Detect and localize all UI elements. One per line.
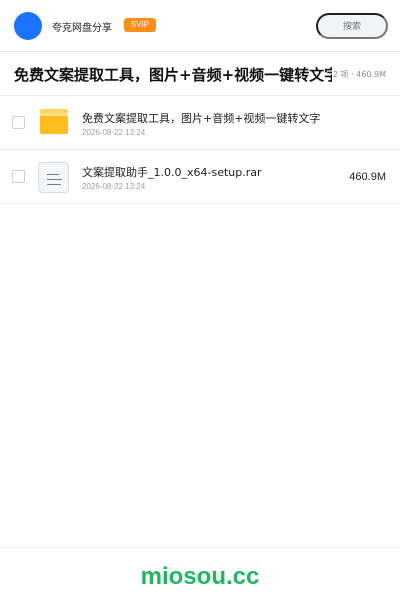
file-name[interactable]: 文案提取助手_1.0.0_x64-setup.rar [82, 166, 262, 180]
list-item-folder[interactable]: 免费文案提取工具，图片+音频+视频一键转文字 2026-08-22 13:24 [0, 96, 400, 150]
folder-date: 2026-08-22 13:24 [82, 128, 146, 137]
folder-checkbox[interactable] [12, 116, 25, 129]
document-file-icon [38, 162, 69, 193]
document-line-icon [47, 184, 61, 185]
document-line-icon [47, 174, 59, 175]
share-title-row: 免费文案提取工具，图片+音频+视频一键转文字 2 项 · 460.9M [0, 52, 400, 96]
brand-name: 夸克网盘分享 [52, 23, 112, 34]
top-bar: 夸克网盘分享 SVIP [0, 0, 400, 52]
footer-watermark: miosou.cc [140, 563, 260, 590]
folder-icon-shine [40, 113, 68, 116]
folder-name[interactable]: 免费文案提取工具，图片+音频+视频一键转文字 [82, 112, 320, 126]
file-checkbox[interactable] [12, 170, 25, 183]
share-title: 免费文案提取工具，图片+音频+视频一键转文字 [14, 66, 332, 84]
avatar[interactable] [14, 12, 42, 40]
search-input[interactable] [316, 13, 388, 39]
share-page: 夸克网盘分享 SVIP 免费文案提取工具，图片+音频+视频一键转文字 2 项 ·… [0, 0, 400, 600]
list-item-file[interactable]: 文案提取助手_1.0.0_x64-setup.rar 2026-08-22 13… [0, 150, 400, 204]
svip-badge: SVIP [124, 18, 156, 32]
folder-icon-body [40, 113, 68, 134]
share-summary: 2 项 · 460.9M [332, 70, 386, 79]
footer: miosou.cc [0, 547, 400, 600]
file-size: 460.9M [349, 171, 386, 183]
document-line-icon [47, 179, 62, 180]
file-date: 2026-08-22 13:24 [82, 182, 146, 191]
folder-icon [40, 109, 68, 134]
